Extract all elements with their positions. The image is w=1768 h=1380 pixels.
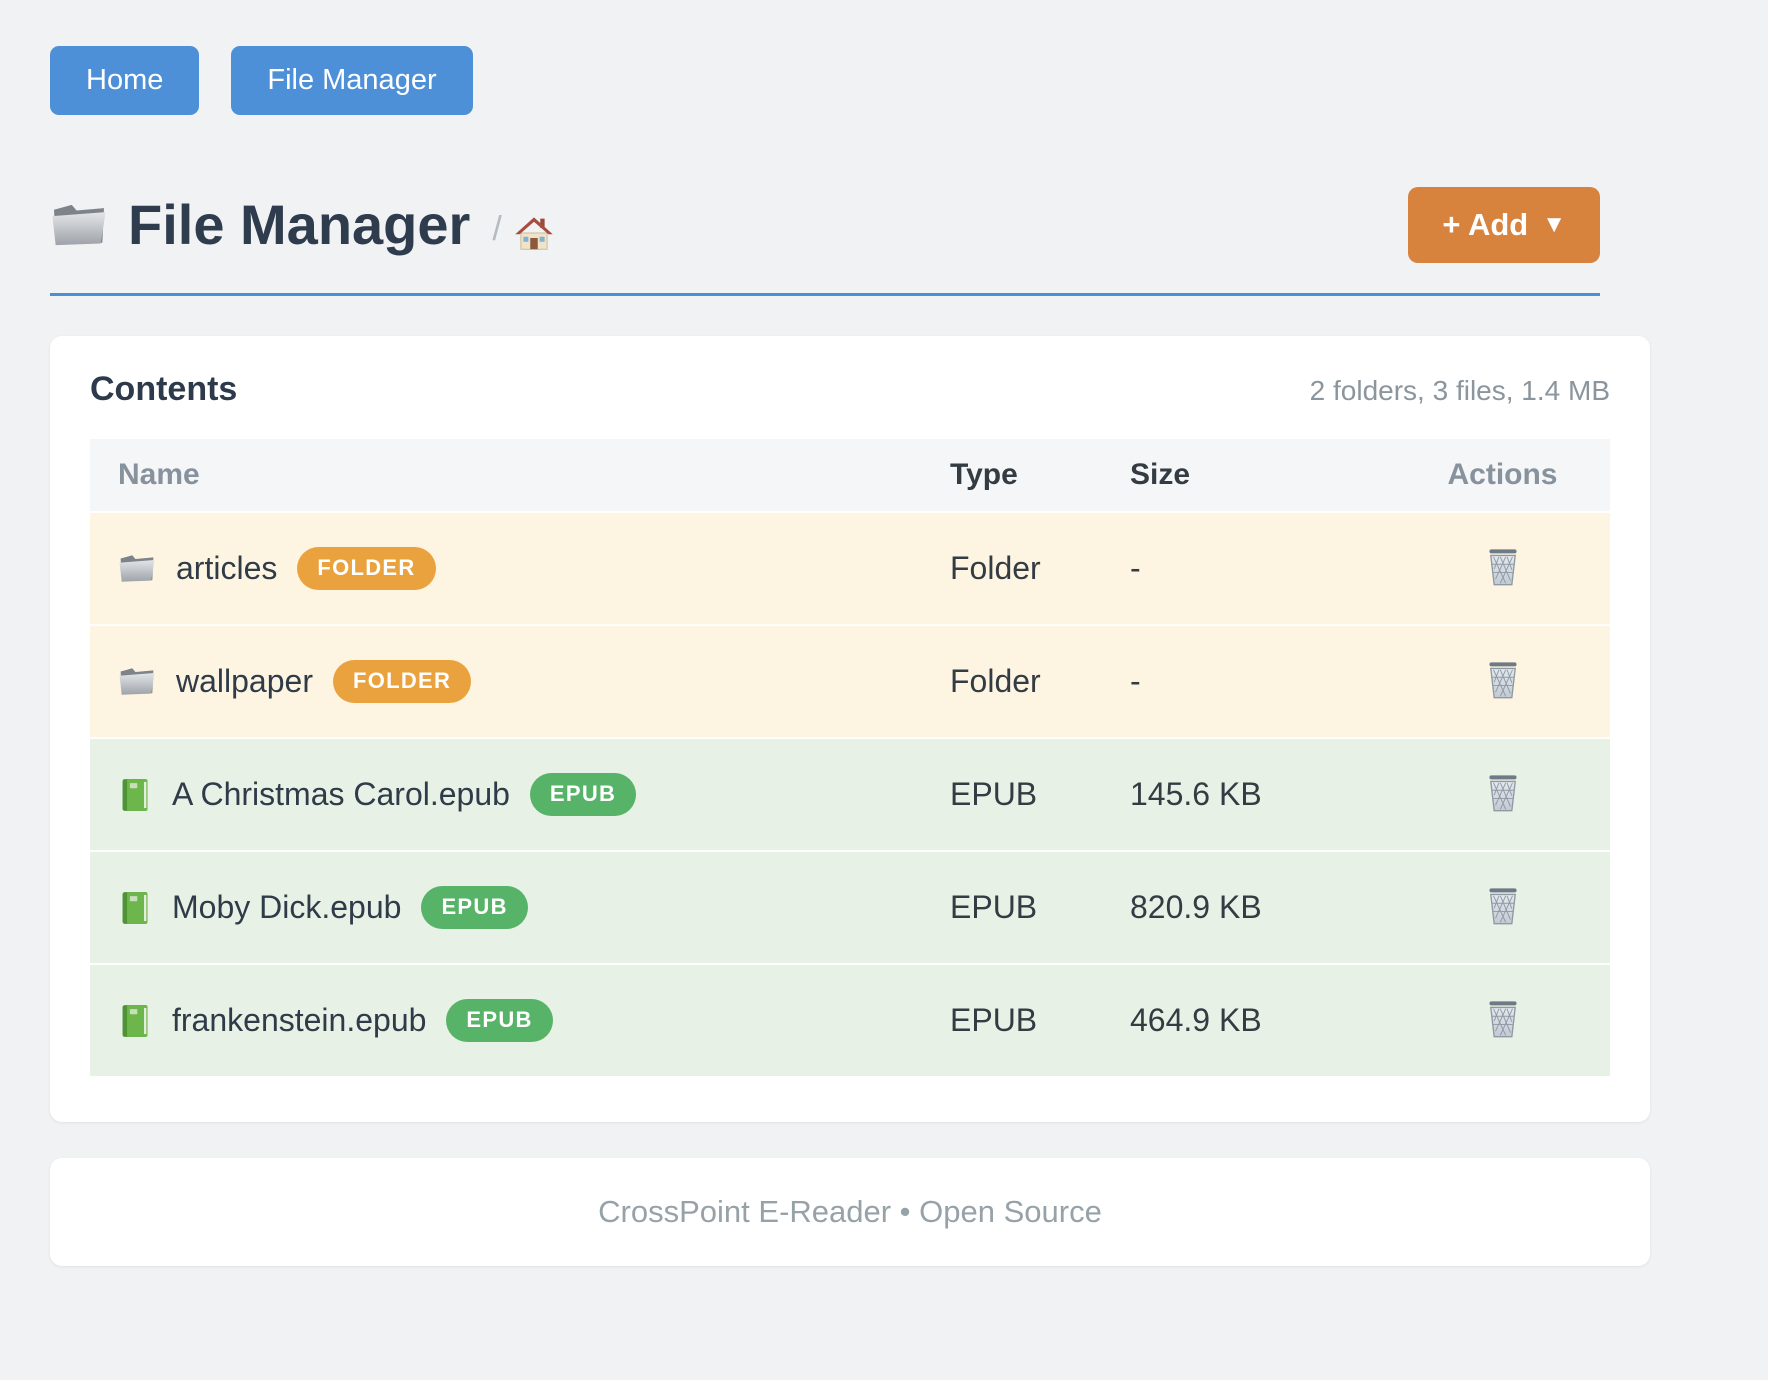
header-divider [50, 293, 1600, 296]
file-type-badge: EPUB [421, 886, 527, 929]
file-type-badge: EPUB [530, 773, 636, 816]
footer-card: CrossPoint E-Reader • Open Source [50, 1158, 1650, 1266]
page: Home File Manager File Manager / [0, 0, 1768, 1266]
column-size: Size [1115, 458, 1395, 492]
column-actions: Actions [1395, 458, 1610, 492]
file-size: - [1115, 663, 1395, 700]
file-type-badge: FOLDER [297, 547, 435, 590]
trash-icon [1484, 658, 1522, 702]
table-row[interactable]: articles FOLDER Folder - [90, 511, 1610, 624]
book-icon [118, 776, 152, 814]
delete-button[interactable] [1478, 878, 1528, 937]
folder-icon [118, 665, 156, 698]
file-size: 145.6 KB [1115, 776, 1395, 813]
contents-card: Contents 2 folders, 3 files, 1.4 MB Name… [50, 336, 1650, 1122]
file-name[interactable]: Moby Dick.epub [172, 889, 401, 926]
file-size: 464.9 KB [1115, 1002, 1395, 1039]
trash-icon [1484, 545, 1522, 589]
add-button-label: + Add [1442, 207, 1528, 243]
folder-icon [118, 552, 156, 585]
file-size: 820.9 KB [1115, 889, 1395, 926]
trash-icon [1484, 771, 1522, 815]
delete-button[interactable] [1478, 652, 1528, 711]
table-header: Name Type Size Actions [90, 439, 1610, 511]
file-type: Folder [935, 663, 1115, 700]
file-name[interactable]: articles [176, 550, 277, 587]
top-nav: Home File Manager [50, 46, 1650, 115]
table-row[interactable]: A Christmas Carol.epub EPUB EPUB 145.6 K… [90, 737, 1610, 850]
nav-home-button[interactable]: Home [50, 46, 199, 115]
page-header: File Manager / + Add ▼ [50, 187, 1600, 263]
contents-title: Contents [90, 370, 237, 409]
table-body: articles FOLDER Folder - [90, 511, 1610, 1076]
book-icon [118, 889, 152, 927]
file-size: - [1115, 550, 1395, 587]
nav-file-manager-button[interactable]: File Manager [231, 46, 472, 115]
trash-icon [1484, 997, 1522, 1041]
table-row[interactable]: wallpaper FOLDER Folder - [90, 624, 1610, 737]
folder-icon [50, 200, 108, 250]
contents-summary: 2 folders, 3 files, 1.4 MB [1310, 375, 1610, 407]
file-name[interactable]: A Christmas Carol.epub [172, 776, 510, 813]
trash-icon [1484, 884, 1522, 928]
home-icon[interactable] [514, 214, 554, 252]
table-row[interactable]: Moby Dick.epub EPUB EPUB 820.9 KB [90, 850, 1610, 963]
book-icon [118, 1002, 152, 1040]
page-title-text: File Manager [128, 194, 470, 256]
file-table: Name Type Size Actions [90, 439, 1610, 1076]
chevron-down-icon: ▼ [1542, 211, 1566, 239]
add-button[interactable]: + Add ▼ [1408, 187, 1600, 263]
footer-text: CrossPoint E-Reader • Open Source [598, 1194, 1102, 1230]
file-name[interactable]: frankenstein.epub [172, 1002, 426, 1039]
delete-button[interactable] [1478, 539, 1528, 598]
file-type: Folder [935, 550, 1115, 587]
breadcrumb: / [492, 212, 553, 256]
file-name[interactable]: wallpaper [176, 663, 313, 700]
file-type-badge: EPUB [446, 999, 552, 1042]
delete-button[interactable] [1478, 765, 1528, 824]
delete-button[interactable] [1478, 991, 1528, 1050]
breadcrumb-separator: / [492, 212, 501, 252]
column-name: Name [90, 458, 935, 492]
file-type: EPUB [935, 1002, 1115, 1039]
file-type: EPUB [935, 776, 1115, 813]
file-type: EPUB [935, 889, 1115, 926]
table-row[interactable]: frankenstein.epub EPUB EPUB 464.9 KB [90, 963, 1610, 1076]
page-title: File Manager [50, 194, 470, 256]
file-type-badge: FOLDER [333, 660, 471, 703]
column-type: Type [935, 458, 1115, 492]
